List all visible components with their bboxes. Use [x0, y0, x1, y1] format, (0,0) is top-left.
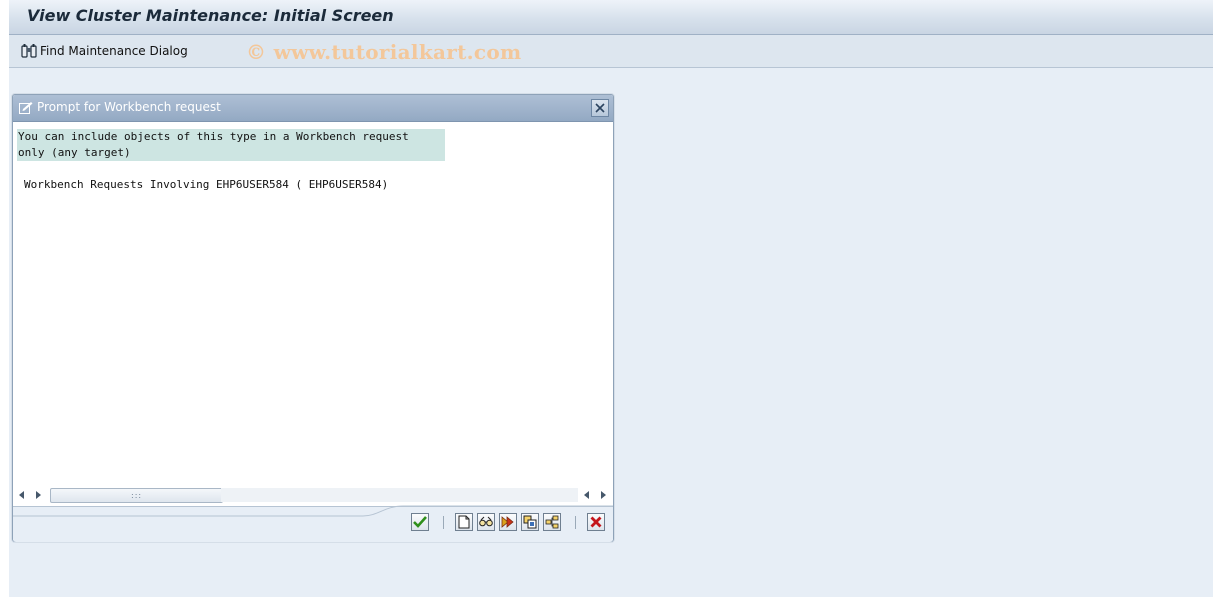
hierarchy-button[interactable] [543, 513, 561, 531]
info-message: You can include objects of this type in … [17, 129, 445, 161]
find-maintenance-dialog-button[interactable]: Find Maintenance Dialog [21, 41, 188, 61]
hierarchy-icon [545, 515, 559, 529]
arrow-left-icon [19, 491, 24, 499]
workbench-requests-label: Workbench Requests Involving EHP6USER584… [24, 178, 389, 191]
cancel-icon [590, 516, 602, 528]
info-message-line-2: only (any target) [18, 146, 131, 159]
screen-title: View Cluster Maintenance: Initial Screen [27, 6, 394, 25]
continue-button[interactable] [411, 513, 429, 531]
forward-icon [501, 516, 514, 528]
scroll-track[interactable] [221, 488, 578, 502]
checkmark-icon [413, 516, 427, 528]
scroll-right-button[interactable] [33, 490, 43, 500]
goto-request-button[interactable] [499, 513, 517, 531]
scroll-right-button-2[interactable] [598, 490, 608, 500]
arrow-left-icon [584, 491, 589, 499]
toolbar-separator [443, 516, 444, 529]
own-requests-button[interactable] [477, 513, 495, 531]
arrow-right-icon [36, 491, 41, 499]
new-document-icon [458, 515, 470, 529]
horizontal-scrollbar[interactable]: ::: [13, 487, 613, 503]
arrow-right-icon [601, 491, 606, 499]
application-toolbar: Find Maintenance Dialog [9, 35, 1213, 68]
watermark: © www.tutorialkart.com [246, 40, 522, 64]
close-icon [595, 103, 605, 113]
workbench-request-dialog: Prompt for Workbench request You can inc… [12, 94, 614, 542]
cancel-button[interactable] [587, 513, 605, 531]
dialog-title: Prompt for Workbench request [37, 100, 221, 114]
find-maintenance-dialog-label: Find Maintenance Dialog [40, 44, 188, 58]
dialog-close-button[interactable] [591, 99, 609, 117]
create-request-button[interactable] [455, 513, 473, 531]
toolbar-separator [575, 516, 576, 529]
select-button[interactable] [521, 513, 539, 531]
title-bar: View Cluster Maintenance: Initial Screen [9, 0, 1213, 35]
dialog-prompt-icon [19, 102, 33, 114]
binoculars-icon [21, 44, 37, 58]
grip-icon: ::: [131, 491, 143, 500]
info-message-line-1: You can include objects of this type in … [18, 130, 409, 143]
left-border [0, 0, 9, 597]
copy-icon [523, 515, 537, 529]
glasses-icon [479, 516, 493, 527]
scroll-left-button-2[interactable] [582, 490, 592, 500]
dialog-title-bar: Prompt for Workbench request [13, 95, 613, 122]
scroll-thumb[interactable]: ::: [50, 488, 223, 503]
scroll-left-button[interactable] [17, 490, 27, 500]
